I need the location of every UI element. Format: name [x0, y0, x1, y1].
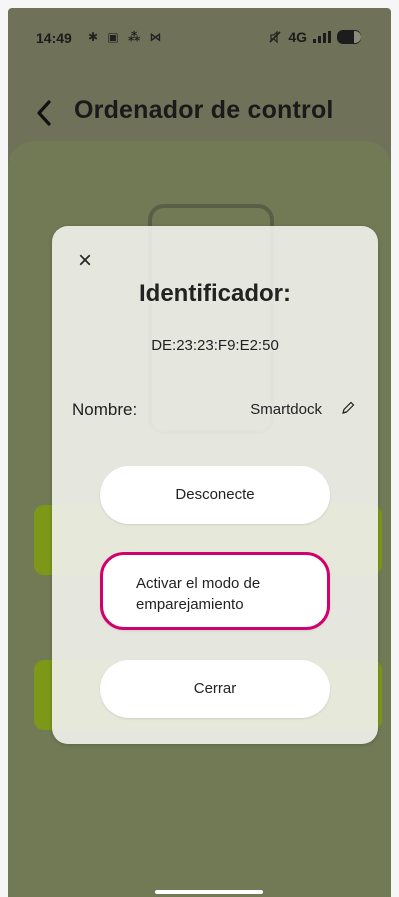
pencil-icon[interactable] — [340, 400, 356, 416]
pairing-label-line2: emparejamiento — [136, 596, 244, 613]
phone-screen: 14:49 ✱ ▣ ⁂ ⋈ 4G Ordenador de control × … — [8, 8, 391, 897]
battery-icon — [337, 30, 361, 44]
close-icon[interactable]: × — [74, 249, 96, 273]
chevron-left-icon[interactable] — [30, 96, 60, 130]
network-type: 4G — [288, 29, 307, 45]
mute-icon — [269, 30, 281, 44]
page-title: Ordenador de control — [74, 96, 334, 124]
dialog-title: Identificador: — [138, 280, 291, 307]
signal-icon — [313, 31, 331, 43]
status-time: 14:49 — [36, 30, 72, 46]
notification-icons: ✱ ▣ ⁂ ⋈ — [88, 30, 165, 44]
app-header: Ordenador de control — [8, 92, 391, 140]
name-label: Nombre: — [72, 400, 138, 419]
device-identifier: DE:23:23:F9:E2:50 — [151, 337, 279, 354]
close-button[interactable]: Cerrar — [100, 660, 330, 718]
name-value: Smartdock — [250, 401, 322, 418]
pairing-mode-button[interactable]: Activar el modo de emparejamiento — [100, 552, 330, 630]
status-right: 4G — [268, 29, 361, 45]
device-dialog: × Identificador: DE:23:23:F9:E2:50 Nombr… — [52, 226, 378, 744]
disconnect-button[interactable]: Desconecte — [100, 466, 330, 524]
pairing-label-line1: Activar el modo de — [136, 575, 261, 592]
status-bar: 14:49 ✱ ▣ ⁂ ⋈ 4G — [8, 8, 391, 64]
home-indicator[interactable] — [155, 890, 263, 894]
